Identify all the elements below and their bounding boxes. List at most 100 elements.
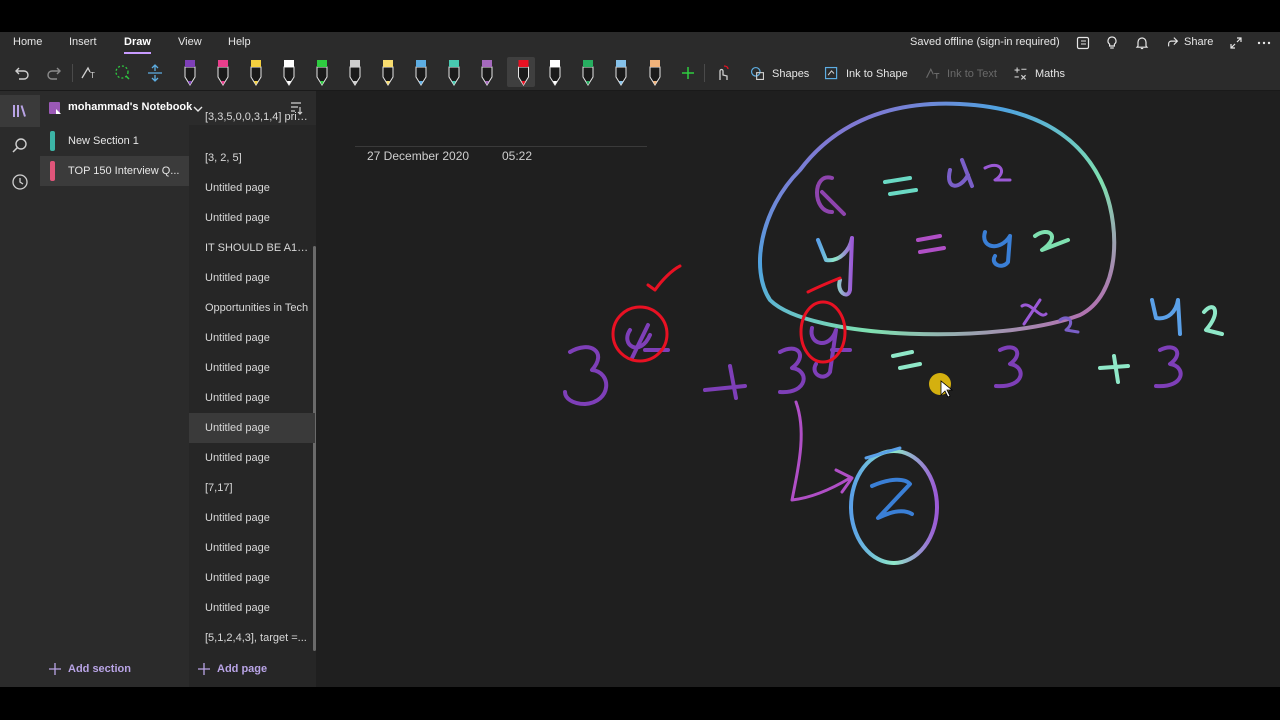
pen-8-icon[interactable] bbox=[412, 57, 430, 87]
page-list-item[interactable]: Untitled page bbox=[189, 413, 315, 443]
pen-10-icon[interactable] bbox=[478, 57, 496, 87]
page-label: Untitled page bbox=[205, 422, 270, 434]
page-list-item[interactable]: [3,3,5,0,0,3,1,4] prices bbox=[189, 111, 315, 143]
page-list-item[interactable]: [3, 2, 5] bbox=[189, 143, 315, 173]
draw-ribbon: T Shapes Ink to Shape Ink to Text Maths bbox=[0, 54, 1280, 91]
ink-to-shape-button[interactable]: Ink to Shape bbox=[823, 65, 908, 82]
pen-11-icon[interactable] bbox=[507, 57, 535, 87]
page-list-item[interactable]: Untitled page bbox=[189, 353, 315, 383]
pen-3-icon[interactable] bbox=[247, 57, 265, 87]
lasso-select-icon[interactable] bbox=[112, 63, 132, 83]
tab-home[interactable]: Home bbox=[13, 36, 42, 48]
pen-12-icon[interactable] bbox=[546, 57, 564, 87]
notebook-title[interactable]: mohammad's Notebook bbox=[68, 101, 192, 113]
tab-help[interactable]: Help bbox=[228, 36, 251, 48]
page-label: IT SHOULD BE A1<... bbox=[205, 242, 309, 254]
maths-label: Maths bbox=[1035, 67, 1065, 80]
plus-icon bbox=[198, 663, 210, 675]
shapes-icon bbox=[750, 66, 765, 81]
bell-icon[interactable] bbox=[1134, 35, 1150, 51]
add-page-button[interactable]: Add page bbox=[197, 662, 267, 676]
pen-13-icon[interactable] bbox=[579, 57, 597, 87]
page-label: Untitled page bbox=[205, 512, 270, 524]
page-list-item[interactable]: [5,1,2,4,3], target =... bbox=[189, 623, 315, 653]
page-list-item[interactable]: Untitled page bbox=[189, 593, 315, 623]
page-label: Opportunities in Tech bbox=[205, 302, 309, 314]
section-label: TOP 150 Interview Q... bbox=[68, 165, 180, 177]
ink-to-text-icon bbox=[926, 68, 940, 79]
page-label: Untitled page bbox=[205, 572, 270, 584]
page-label: Untitled page bbox=[205, 182, 270, 194]
redo-icon[interactable] bbox=[45, 63, 65, 83]
add-section-label: Add section bbox=[68, 663, 131, 675]
share-button[interactable]: Share bbox=[1166, 35, 1213, 49]
page-list-item[interactable]: Untitled page bbox=[189, 443, 315, 473]
page-list-item[interactable]: Untitled page bbox=[189, 533, 315, 563]
sync-status: Saved offline (sign-in required) bbox=[910, 36, 1060, 48]
more-options-icon[interactable] bbox=[1256, 35, 1272, 51]
shapes-label: Shapes bbox=[772, 67, 810, 80]
type-select-icon[interactable]: T bbox=[79, 63, 99, 83]
page-list-item[interactable]: Untitled page bbox=[189, 203, 315, 233]
lightbulb-icon[interactable] bbox=[1104, 35, 1120, 51]
tab-view[interactable]: View bbox=[178, 36, 202, 48]
section-label: New Section 1 bbox=[68, 135, 139, 147]
search-icon[interactable] bbox=[11, 137, 29, 155]
add-pen-icon[interactable] bbox=[678, 63, 698, 83]
page-list-item[interactable]: IT SHOULD BE A1<... bbox=[189, 233, 315, 263]
touch-drawing-icon[interactable] bbox=[712, 63, 732, 83]
section-item-new-section-1[interactable]: New Section 1 bbox=[40, 126, 189, 156]
tab-draw[interactable]: Draw bbox=[124, 36, 151, 54]
page-label: Untitled page bbox=[205, 212, 270, 224]
notebook-color-icon bbox=[49, 102, 61, 114]
svg-text:T: T bbox=[90, 71, 95, 80]
maths-button[interactable]: Maths bbox=[1012, 65, 1065, 82]
page-list-item[interactable]: Untitled page bbox=[189, 503, 315, 533]
nav-rail bbox=[0, 91, 40, 687]
page-label: [3,3,5,0,0,3,1,4] prices bbox=[205, 111, 309, 123]
page-label: Untitled page bbox=[205, 362, 270, 374]
page-list-item[interactable]: [7,17] bbox=[189, 473, 315, 503]
maths-icon bbox=[1014, 67, 1027, 80]
shapes-button[interactable]: Shapes bbox=[749, 65, 809, 82]
fullscreen-icon[interactable] bbox=[1228, 35, 1244, 51]
page-label: Untitled page bbox=[205, 272, 270, 284]
pen-9-icon[interactable] bbox=[445, 57, 463, 87]
onenote-window: Home Insert Draw View Help Saved offline… bbox=[0, 32, 1280, 687]
page-label: Untitled page bbox=[205, 332, 270, 344]
undo-icon[interactable] bbox=[11, 63, 31, 83]
page-label: [3, 2, 5] bbox=[205, 152, 242, 164]
recent-icon[interactable] bbox=[11, 173, 29, 191]
ribbon-divider bbox=[704, 64, 705, 82]
ink-to-shape-label: Ink to Shape bbox=[846, 67, 908, 80]
notebooks-icon[interactable] bbox=[11, 102, 29, 120]
add-section-button[interactable]: Add section bbox=[48, 662, 131, 676]
add-space-icon[interactable] bbox=[145, 63, 165, 83]
plus-icon bbox=[49, 663, 61, 675]
pen-4-icon[interactable] bbox=[280, 57, 298, 87]
pen-7-icon[interactable] bbox=[379, 57, 397, 87]
ink-to-text-label: Ink to Text bbox=[947, 67, 997, 80]
pen-2-icon[interactable] bbox=[214, 57, 232, 87]
ink-to-text-button: Ink to Text bbox=[924, 65, 997, 82]
page-list-item[interactable]: Untitled page bbox=[189, 263, 315, 293]
section-color-tab bbox=[50, 131, 55, 151]
ink-to-shape-icon bbox=[824, 66, 838, 80]
share-icon bbox=[1168, 37, 1179, 47]
section-item-top-150[interactable]: TOP 150 Interview Q... bbox=[40, 156, 189, 186]
pen-6-icon[interactable] bbox=[346, 57, 364, 87]
tab-insert[interactable]: Insert bbox=[69, 36, 97, 48]
pen-14-icon[interactable] bbox=[612, 57, 630, 87]
pen-1-icon[interactable] bbox=[181, 57, 199, 87]
section-color-tab bbox=[50, 161, 55, 181]
notebook-icon[interactable] bbox=[1075, 35, 1091, 51]
page-list-item[interactable]: Untitled page bbox=[189, 563, 315, 593]
pen-5-icon[interactable] bbox=[313, 57, 331, 87]
page-list-item[interactable]: Untitled page bbox=[189, 173, 315, 203]
page-list-item[interactable]: Untitled page bbox=[189, 323, 315, 353]
page-list-item[interactable]: Opportunities in Tech bbox=[189, 293, 315, 323]
add-page-label: Add page bbox=[217, 663, 268, 675]
pen-15-icon[interactable] bbox=[646, 57, 664, 87]
ink-drawing[interactable] bbox=[316, 91, 1280, 687]
page-list-item[interactable]: Untitled page bbox=[189, 383, 315, 413]
